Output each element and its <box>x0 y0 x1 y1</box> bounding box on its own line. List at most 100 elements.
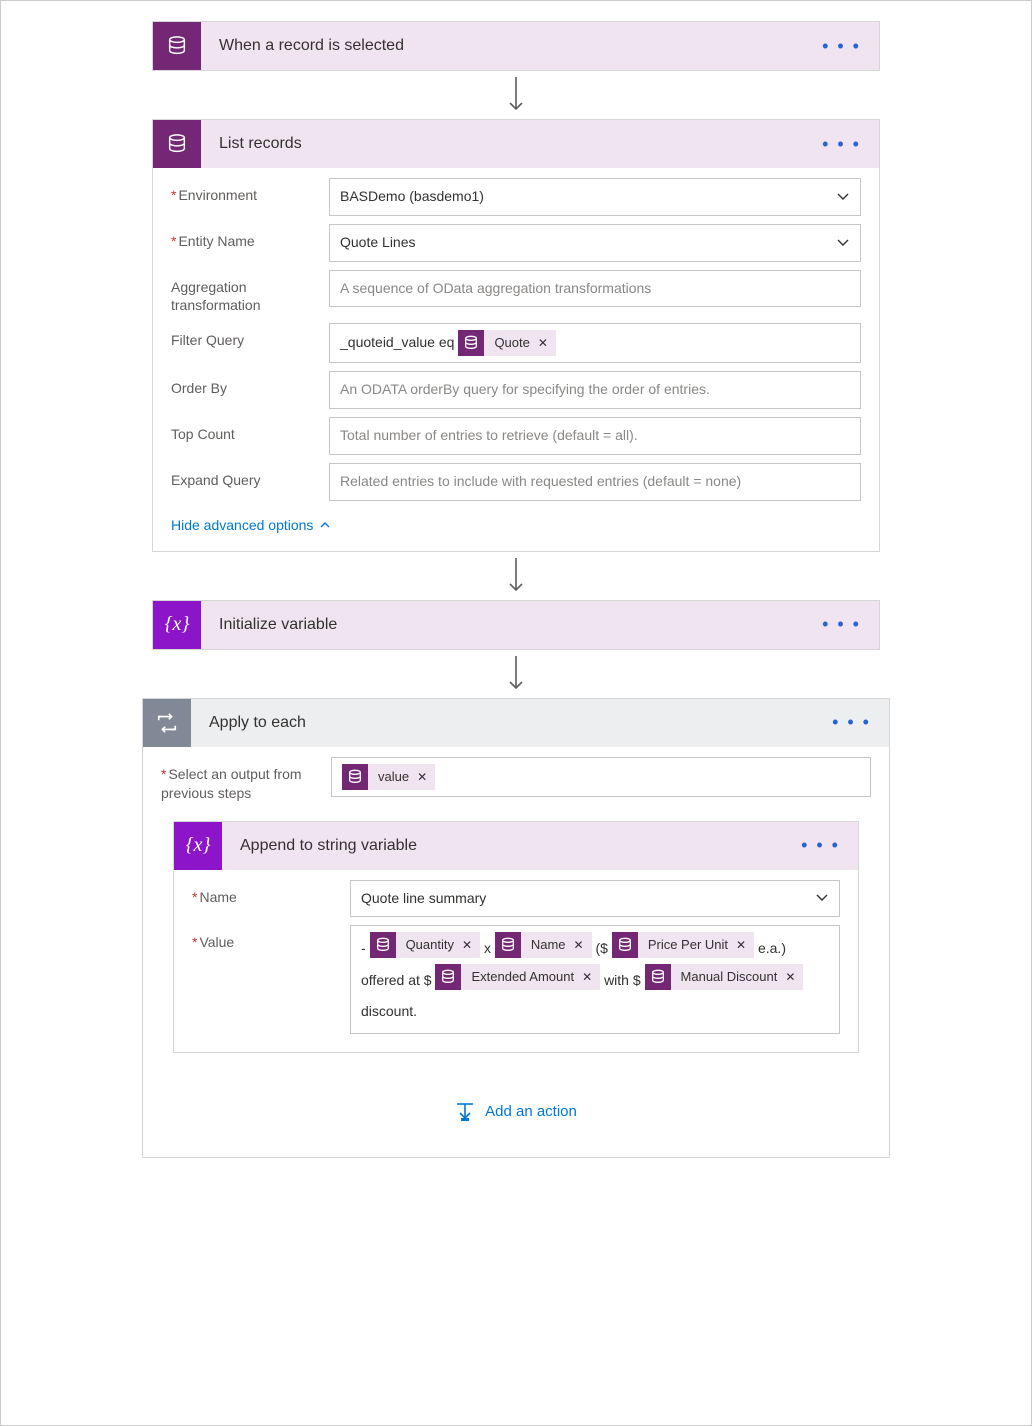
filter-label: Filter Query <box>171 323 329 350</box>
price-per-unit-token[interactable]: Price Per Unit✕ <box>612 932 754 958</box>
name-token[interactable]: Name✕ <box>495 932 592 958</box>
loop-icon <box>143 699 191 747</box>
append-value-row: Value - Quantity✕ x Name✕ ($ Price Per U… <box>192 925 840 1033</box>
remove-token-icon[interactable]: ✕ <box>538 333 556 353</box>
apply-to-each-body: Select an output from previous steps val… <box>143 747 889 1157</box>
append-name-label: Name <box>192 880 350 907</box>
remove-token-icon[interactable]: ✕ <box>417 767 435 787</box>
apply-to-each-header[interactable]: Apply to each • • • <box>143 699 889 747</box>
text-dash: - <box>361 940 366 956</box>
quantity-token[interactable]: Quantity✕ <box>370 932 480 958</box>
flow-arrow-icon <box>506 556 526 596</box>
remove-token-icon[interactable]: ✕ <box>574 932 592 958</box>
append-name-select[interactable]: Quote line summary <box>350 880 840 918</box>
entity-select[interactable]: Quote Lines <box>329 224 861 262</box>
environment-value: BASDemo (basdemo1) <box>340 185 484 209</box>
text-paren-dollar: ($ <box>595 940 607 956</box>
more-icon[interactable]: • • • <box>822 614 879 635</box>
list-records-card[interactable]: List records • • • Environment BASDemo (… <box>152 119 880 552</box>
entity-value: Quote Lines <box>340 231 416 255</box>
token-label: Manual Discount <box>671 963 786 992</box>
text-ea: e.a.) <box>758 940 786 956</box>
entity-label: Entity Name <box>171 224 329 251</box>
trigger-title: When a record is selected <box>201 37 822 55</box>
filter-prefix: _quoteid_value eq <box>340 331 454 355</box>
filter-input[interactable]: _quoteid_value eq Quote ✕ <box>329 323 861 363</box>
filter-row: Filter Query _quoteid_value eq Quote ✕ <box>171 323 861 363</box>
remove-token-icon[interactable]: ✕ <box>582 964 600 990</box>
text-discount: discount. <box>361 1003 417 1019</box>
aggregation-input[interactable]: A sequence of OData aggregation transfor… <box>329 270 861 308</box>
top-row: Top Count Total number of entries to ret… <box>171 417 861 455</box>
extended-amount-token[interactable]: Extended Amount✕ <box>435 964 600 990</box>
top-label: Top Count <box>171 417 329 444</box>
add-action-label: Add an action <box>485 1103 577 1120</box>
select-output-row: Select an output from previous steps val… <box>161 757 871 803</box>
database-icon <box>612 932 638 958</box>
list-records-title: List records <box>201 135 822 153</box>
remove-token-icon[interactable]: ✕ <box>785 964 803 990</box>
database-icon <box>495 932 521 958</box>
append-body: Name Quote line summary Value - Quantity… <box>174 870 858 1052</box>
token-label: Name <box>521 931 574 960</box>
list-records-header[interactable]: List records • • • <box>153 120 879 168</box>
text-x: x <box>484 940 491 956</box>
more-icon[interactable]: • • • <box>801 835 858 856</box>
token-label: Quote <box>484 332 537 354</box>
chevron-up-icon <box>319 520 331 529</box>
trigger-header[interactable]: When a record is selected • • • <box>153 22 879 70</box>
value-token[interactable]: value ✕ <box>342 764 435 790</box>
append-value-label: Value <box>192 925 350 952</box>
aggregation-label: Aggregation transformation <box>171 270 329 316</box>
append-header[interactable]: {x} Append to string variable • • • <box>174 822 858 870</box>
chevron-down-icon <box>836 238 850 248</box>
more-icon[interactable]: • • • <box>822 134 879 155</box>
token-label: Quantity <box>396 931 462 960</box>
variable-icon: {x} <box>174 822 222 870</box>
add-action-button[interactable]: Add an action <box>161 1053 871 1153</box>
orderby-label: Order By <box>171 371 329 398</box>
database-icon <box>435 964 461 990</box>
chevron-down-icon <box>815 893 829 903</box>
flow-arrow-icon <box>506 75 526 115</box>
entity-row: Entity Name Quote Lines <box>171 224 861 262</box>
database-icon <box>153 120 201 168</box>
environment-select[interactable]: BASDemo (basdemo1) <box>329 178 861 216</box>
manual-discount-token[interactable]: Manual Discount✕ <box>645 964 804 990</box>
aggregation-row: Aggregation transformation A sequence of… <box>171 270 861 316</box>
select-output-label: Select an output from previous steps <box>161 757 331 803</box>
initialize-variable-card[interactable]: {x} Initialize variable • • • <box>152 600 880 650</box>
top-input[interactable]: Total number of entries to retrieve (def… <box>329 417 861 455</box>
hide-advanced-label: Hide advanced options <box>171 517 313 533</box>
expand-row: Expand Query Related entries to include … <box>171 463 861 501</box>
remove-token-icon[interactable]: ✕ <box>736 932 754 958</box>
initialize-variable-header[interactable]: {x} Initialize variable • • • <box>153 601 879 649</box>
token-label: value <box>368 766 417 788</box>
append-value-input[interactable]: - Quantity✕ x Name✕ ($ Price Per Unit✕ e… <box>350 925 840 1033</box>
expand-input[interactable]: Related entries to include with requeste… <box>329 463 861 501</box>
flow-arrow-icon <box>506 654 526 694</box>
more-icon[interactable]: • • • <box>822 36 879 57</box>
database-icon <box>458 330 484 356</box>
variable-icon: {x} <box>153 601 201 649</box>
apply-to-each-card[interactable]: Apply to each • • • Select an output fro… <box>142 698 890 1158</box>
expand-label: Expand Query <box>171 463 329 490</box>
append-title: Append to string variable <box>222 837 801 855</box>
database-icon <box>342 764 368 790</box>
remove-token-icon[interactable]: ✕ <box>462 932 480 958</box>
quote-token[interactable]: Quote ✕ <box>458 330 555 356</box>
more-icon[interactable]: • • • <box>832 712 889 733</box>
hide-advanced-link[interactable]: Hide advanced options <box>171 509 861 547</box>
trigger-card[interactable]: When a record is selected • • • <box>152 21 880 71</box>
list-records-body: Environment BASDemo (basdemo1) Entity Na… <box>153 168 879 551</box>
initialize-variable-title: Initialize variable <box>201 616 822 634</box>
append-card[interactable]: {x} Append to string variable • • • Name… <box>173 821 859 1053</box>
database-icon <box>645 964 671 990</box>
orderby-input[interactable]: An ODATA orderBy query for specifying th… <box>329 371 861 409</box>
apply-to-each-title: Apply to each <box>191 714 832 732</box>
select-output-input[interactable]: value ✕ <box>331 757 871 797</box>
token-label: Price Per Unit <box>638 931 736 960</box>
environment-row: Environment BASDemo (basdemo1) <box>171 178 861 216</box>
text-offered: offered at $ <box>361 972 432 988</box>
append-name-row: Name Quote line summary <box>192 880 840 918</box>
